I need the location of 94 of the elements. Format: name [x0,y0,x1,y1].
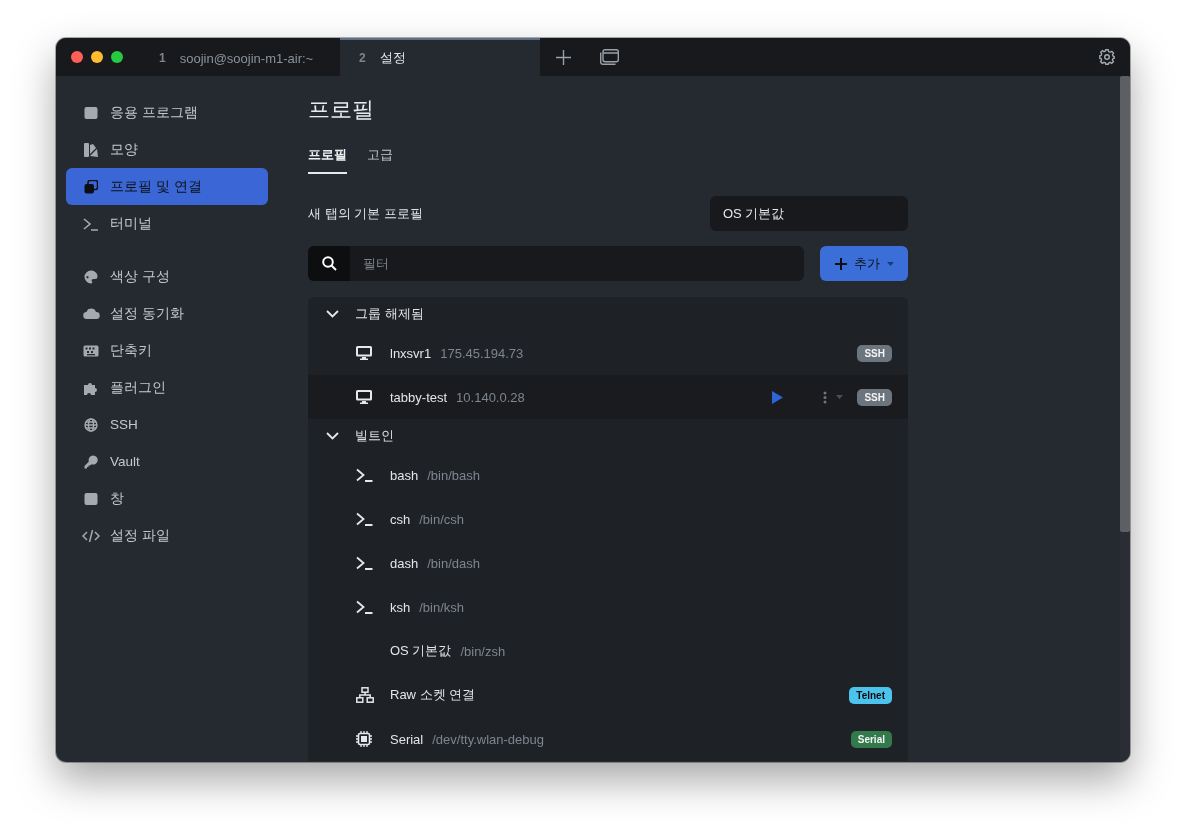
tab[interactable]: 2 설정 [340,38,540,76]
profile-detail: 10.140.0.28 [456,389,525,405]
settings-icon [1099,49,1115,65]
zoom-button[interactable] [111,51,123,63]
sidebar-item[interactable]: 프로필 및 연결 [66,168,268,205]
profile-name: dash [390,555,419,571]
more-icon [823,390,828,404]
sub-tab[interactable]: 프로필 [308,142,347,174]
profile-detail: /bin/zsh [460,643,506,659]
chip-icon [356,731,372,747]
caret-icon [886,261,894,266]
default-profile-select[interactable]: OS 기본값 [710,196,908,231]
launch-button[interactable] [772,390,784,404]
profile-name: Raw 소켓 연결 [390,686,476,704]
profile-row[interactable]: lnxsvr1 175.45.194.73 SSH [308,331,908,375]
scrollbar[interactable] [1120,76,1130,762]
window-icon [84,105,98,120]
monitor-icon [356,346,372,360]
profile-row[interactable]: Raw 소켓 연결 Telnet [308,673,908,717]
code-icon [82,528,100,543]
profile-name: lnxsvr1 [390,345,432,361]
sidebar-item[interactable]: SSH [66,406,268,443]
profile-name: Serial [390,731,424,747]
caret-icon [836,395,844,399]
default-profile-label: 새 탭의 기본 프로필 [308,204,423,223]
sidebar-item[interactable]: 설정 동기화 [66,295,268,332]
profile-row[interactable]: OS 기본값 /bin/zsh [308,629,908,673]
profile-name: tabby-test [390,389,448,405]
tab-number: 2 [359,51,366,65]
profile-row[interactable]: Serial /dev/tty.wlan-debug Serial [308,717,908,761]
group-name: 그룹 해제됨 [355,305,424,323]
menu-button[interactable] [823,390,844,404]
profile-row[interactable]: dash /bin/dash [308,541,908,585]
profile-detail: /bin/bash [427,467,480,483]
page-title: 프로필 [308,96,375,124]
plus-icon [834,257,847,270]
terminal-icon [356,468,373,482]
sidebar-item[interactable]: 색상 구성 [66,258,268,295]
minimize-button[interactable] [91,51,103,63]
tab-number: 1 [159,51,166,65]
profile-name: OS 기본값 [390,642,452,660]
profile-row[interactable]: tabby-test 10.140.0.28 SSH [308,375,908,419]
profile-detail: 175.45.194.73 [440,345,524,361]
stacked-windows-icon [84,179,98,194]
profile-detail: /dev/tty.wlan-debug [432,731,545,747]
profile-name: csh [390,511,411,527]
sidebar-item[interactable]: 모양 [66,131,268,168]
sidebar-item[interactable]: Vault [66,443,268,480]
tab-title: soojin@soojin-m1-air:~ [179,50,314,66]
cloud-icon [82,307,100,320]
group-name: 빌트인 [355,427,394,445]
palette-icon [84,269,98,284]
profile-row[interactable]: ksh /bin/ksh [308,585,908,629]
close-button[interactable] [71,51,83,63]
search-icon [321,256,337,271]
sidebar-item[interactable]: 단축키 [66,332,268,369]
profile-detail: /bin/ksh [419,599,465,615]
sidebar-item[interactable]: 창 [66,480,268,517]
terminal-icon [83,216,99,231]
window-icon [84,491,98,506]
profile-row[interactable]: csh /bin/csh [308,497,908,541]
group-header[interactable]: 빌트인 [308,419,908,453]
sidebar-item[interactable]: 터미널 [66,205,268,242]
windows-icon [599,49,619,65]
protocol-badge: SSH [857,344,892,362]
plus-icon [555,49,571,65]
profile-name: bash [390,467,419,483]
sidebar-item[interactable]: 설정 파일 [66,517,268,554]
protocol-badge: SSH [857,388,892,406]
profile-detail: /bin/dash [427,555,480,571]
sidebar-item[interactable]: 응용 프로그램 [66,94,268,131]
tab[interactable]: 1 soojin@soojin-m1-air:~ [140,38,340,76]
group-header[interactable]: 그룹 해제됨 [308,297,908,331]
terminal-icon [356,512,373,526]
protocol-badge: Telnet [849,686,892,704]
tab-title: 설정 [379,49,406,67]
palette-swatch-icon [84,142,98,157]
profile-name: ksh [390,599,411,615]
sub-tab[interactable]: 고급 [367,142,393,174]
puzzle-icon [84,380,98,395]
terminal-icon [356,600,373,614]
play-icon [772,390,784,404]
key-icon [84,454,98,469]
search-button[interactable] [308,246,350,281]
sidebar-item[interactable]: 플러그인 [66,369,268,406]
monitor-icon [356,390,372,404]
terminal-icon [356,556,373,570]
globe-icon [84,417,98,432]
profile-detail: /bin/csh [419,511,465,527]
add-button[interactable]: 추가 [820,246,908,281]
protocol-badge: Serial [850,730,892,748]
profile-row[interactable]: bash /bin/bash [308,453,908,497]
keyboard-icon [83,344,99,357]
network-icon [356,687,374,703]
